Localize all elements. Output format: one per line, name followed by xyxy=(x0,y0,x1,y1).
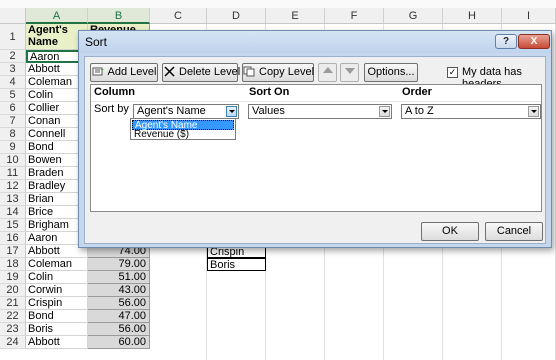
row-header[interactable]: 14 xyxy=(0,206,26,219)
copy-icon xyxy=(243,66,255,77)
add-level-icon: + xyxy=(92,67,104,76)
row-header[interactable]: 17 xyxy=(0,245,26,258)
name-cell[interactable]: Colin xyxy=(26,271,88,284)
svg-text:+: + xyxy=(100,67,104,74)
row-header[interactable]: 11 xyxy=(0,167,26,180)
column-dropdown-list: Agent's Name Revenue ($) xyxy=(130,118,236,140)
dialog-body: + Add Level Delete Level Copy Level Optio… xyxy=(84,56,546,244)
row-header[interactable]: 9 xyxy=(0,141,26,154)
column-header: Column xyxy=(94,86,135,98)
row-header[interactable]: 12 xyxy=(0,180,26,193)
delete-level-label: Delete Level xyxy=(179,66,241,78)
chevron-down-icon[interactable] xyxy=(379,106,390,117)
row-header[interactable]: 10 xyxy=(0,154,26,167)
column-header-g[interactable]: G xyxy=(384,8,443,24)
row-header[interactable]: 23 xyxy=(0,323,26,336)
name-cell[interactable]: Bond xyxy=(26,310,88,323)
row-header[interactable]: 2 xyxy=(0,50,26,63)
column-header-f[interactable]: F xyxy=(325,8,384,24)
revenue-cell[interactable]: 60.00 xyxy=(88,336,150,349)
headers-checkbox[interactable]: ✓ xyxy=(447,67,458,78)
header-divider xyxy=(91,101,541,102)
row-header[interactable]: 15 xyxy=(0,219,26,232)
move-up-button[interactable] xyxy=(318,63,337,82)
column-header-a[interactable]: A xyxy=(26,8,88,24)
row-header[interactable]: 6 xyxy=(0,102,26,115)
dialog-title: Sort xyxy=(85,35,108,49)
column-header-h[interactable]: H xyxy=(443,8,502,24)
row-header[interactable]: 7 xyxy=(0,115,26,128)
ok-button[interactable]: OK xyxy=(421,222,479,241)
column-header-e[interactable]: E xyxy=(266,8,325,24)
arrow-up-icon xyxy=(322,67,333,73)
row-header[interactable]: 21 xyxy=(0,297,26,310)
name-cell[interactable]: Crispin xyxy=(26,297,88,310)
revenue-cell[interactable]: 56.00 xyxy=(88,323,150,336)
order-select[interactable]: A to Z xyxy=(401,104,541,119)
move-down-button[interactable] xyxy=(340,63,359,82)
options-button[interactable]: Options... xyxy=(364,63,418,82)
row-header[interactable]: 19 xyxy=(0,271,26,284)
dropdown-option[interactable]: Revenue ($) xyxy=(132,130,234,140)
row-header[interactable]: 13 xyxy=(0,193,26,206)
row-header[interactable]: 1 xyxy=(0,24,26,50)
copy-level-label: Copy Level xyxy=(259,66,315,78)
row-header[interactable]: 22 xyxy=(0,310,26,323)
d-cell[interactable]: Boris xyxy=(207,258,266,271)
row-header[interactable]: 5 xyxy=(0,89,26,102)
sort-on-header: Sort On xyxy=(249,86,290,98)
dialog-titlebar[interactable]: Sort ? X xyxy=(79,31,551,53)
row-header[interactable]: 3 xyxy=(0,63,26,76)
row-header[interactable]: 18 xyxy=(0,258,26,271)
row-header[interactable]: 16 xyxy=(0,232,26,245)
name-cell[interactable]: Abbott xyxy=(26,336,88,349)
column-header-c[interactable]: C xyxy=(150,8,207,24)
add-level-button[interactable]: + Add Level xyxy=(90,63,158,82)
row-header[interactable]: 24 xyxy=(0,336,26,349)
sort-by-label: Sort by xyxy=(94,103,129,115)
cancel-button[interactable]: Cancel xyxy=(485,222,543,241)
column-select-value: Agent's Name xyxy=(137,105,206,117)
sort-on-select[interactable]: Values xyxy=(248,104,392,119)
close-button[interactable]: X xyxy=(518,34,550,49)
chevron-down-icon[interactable] xyxy=(528,106,539,117)
order-value: A to Z xyxy=(405,105,434,117)
row-header[interactable]: 20 xyxy=(0,284,26,297)
delete-level-button[interactable]: Delete Level xyxy=(162,63,241,82)
column-header-d[interactable]: D xyxy=(207,8,266,24)
column-header-i[interactable]: I xyxy=(502,8,556,24)
delete-x-icon xyxy=(164,66,175,77)
revenue-cell[interactable]: 79.00 xyxy=(88,258,150,271)
copy-level-button[interactable]: Copy Level xyxy=(242,63,314,82)
revenue-cell[interactable]: 47.00 xyxy=(88,310,150,323)
revenue-cell[interactable]: 51.00 xyxy=(88,271,150,284)
column-select[interactable]: Agent's Name xyxy=(133,104,239,119)
name-cell[interactable]: Coleman xyxy=(26,258,88,271)
name-cell[interactable]: Boris xyxy=(26,323,88,336)
help-button[interactable]: ? xyxy=(495,34,517,49)
name-cell[interactable]: Corwin xyxy=(26,284,88,297)
sort-levels-grid: Column Sort On Order Sort by Agent's Nam… xyxy=(90,84,542,212)
chevron-down-icon[interactable] xyxy=(226,106,237,117)
column-header-b[interactable]: B xyxy=(88,8,150,24)
row-header[interactable]: 4 xyxy=(0,76,26,89)
row-header[interactable]: 8 xyxy=(0,128,26,141)
add-level-label: Add Level xyxy=(107,66,157,78)
revenue-cell[interactable]: 43.00 xyxy=(88,284,150,297)
revenue-cell[interactable]: 56.00 xyxy=(88,297,150,310)
arrow-down-icon xyxy=(344,68,355,74)
sort-on-value: Values xyxy=(252,105,285,117)
order-header: Order xyxy=(402,86,432,98)
select-all-corner[interactable] xyxy=(0,8,26,24)
